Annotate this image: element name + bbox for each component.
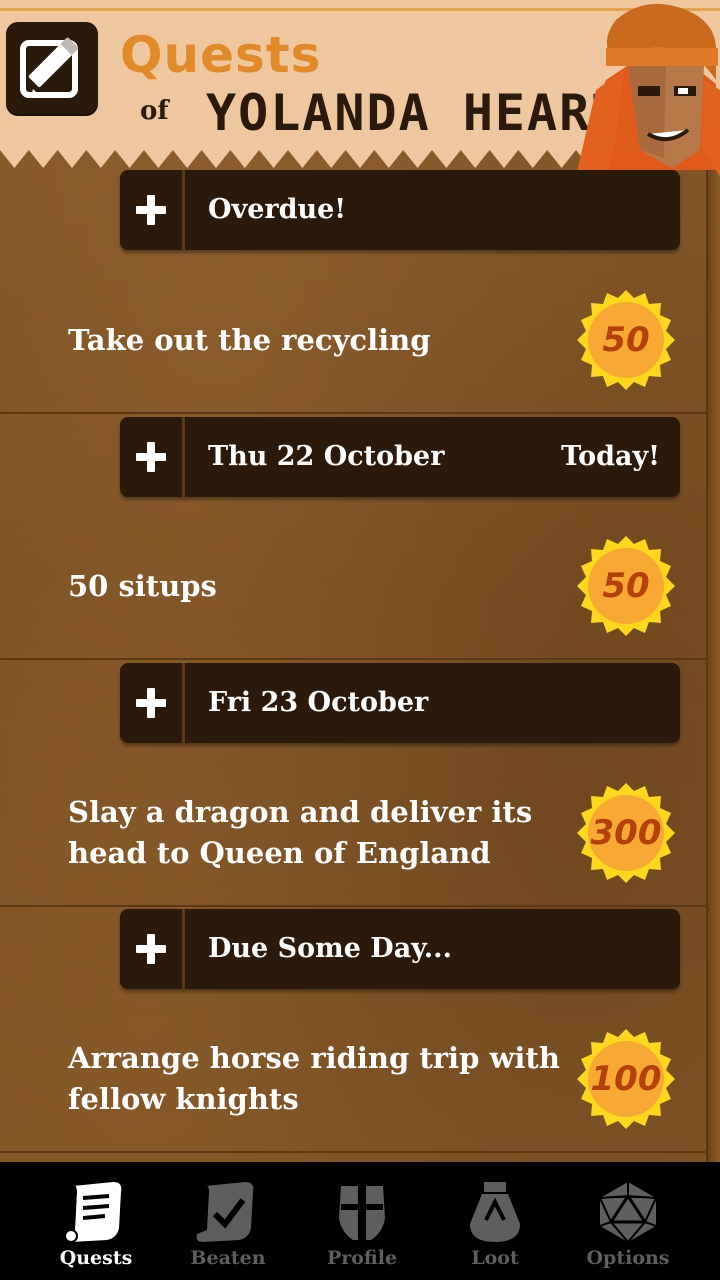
section-fri: Fri 23 October [120, 663, 680, 743]
reward-value: 300 [590, 813, 662, 853]
helmet-icon [339, 1186, 385, 1240]
tab-bar: Quests Beaten Profile Loot Options [0, 1162, 720, 1280]
hero-name: YOLANDA HEARTBREAKER [206, 84, 606, 142]
list-item[interactable]: Arrange horse riding trip with fellow kn… [0, 991, 708, 1153]
plus-icon [136, 688, 166, 718]
section-overdue: Overdue! [120, 170, 680, 250]
add-quest-button[interactable] [120, 417, 185, 497]
tab-label: Loot [471, 1247, 519, 1269]
quest-title: 50 situps [68, 569, 217, 603]
quest-title: Slay a dragon and deliver its head to Qu… [68, 795, 533, 870]
d20-dice-icon [599, 1182, 657, 1243]
reward-coin: 50 [576, 290, 676, 390]
add-quest-button[interactable] [120, 170, 185, 250]
list-item[interactable]: 50 situps 50 [0, 498, 708, 660]
hero-avatar[interactable] [576, 0, 720, 176]
today-badge: Today! [561, 441, 660, 472]
tab-loot[interactable]: Loot [423, 1162, 567, 1280]
list-item[interactable]: Take out the recycling 50 [0, 252, 708, 414]
reward-coin: 300 [576, 783, 676, 883]
tab-label: Beaten [190, 1247, 266, 1269]
scroll-icon [64, 1182, 122, 1243]
page-title: Quests [120, 26, 322, 84]
reward-coin: 100 [576, 1029, 676, 1129]
plus-icon [136, 934, 166, 964]
section-someday: Due Some Day... [120, 909, 680, 989]
tab-label: Quests [59, 1247, 133, 1269]
section-label: Due Some Day... [208, 933, 452, 964]
reward-value: 50 [602, 320, 650, 360]
checked-scroll-icon [196, 1182, 254, 1242]
edit-button[interactable] [6, 22, 98, 114]
tab-label: Profile [326, 1247, 398, 1269]
loot-bag-icon [470, 1182, 520, 1242]
pencil-edit-icon [20, 36, 79, 98]
add-quest-button[interactable] [120, 663, 185, 743]
section-label: Fri 23 October [208, 687, 429, 718]
add-quest-button[interactable] [120, 909, 185, 989]
list-item[interactable]: Slay a dragon and deliver its head to Qu… [0, 745, 708, 907]
section-label: Thu 22 October [208, 441, 445, 472]
section-label: Overdue! [208, 194, 347, 225]
section-today: Thu 22 October Today! [120, 417, 680, 497]
reward-coin: 50 [576, 536, 676, 636]
plus-icon [136, 442, 166, 472]
tab-quests[interactable]: Quests [24, 1162, 168, 1280]
title-of: of [140, 96, 169, 126]
quest-title: Take out the recycling [68, 323, 431, 357]
tab-beaten[interactable]: Beaten [156, 1162, 300, 1280]
tab-profile[interactable]: Profile [290, 1162, 434, 1280]
reward-value: 100 [590, 1059, 662, 1099]
tab-label: Options [586, 1247, 670, 1269]
quest-title: Arrange horse riding trip with fellow kn… [68, 1041, 560, 1116]
reward-value: 50 [602, 566, 650, 606]
plus-icon [136, 195, 166, 225]
tab-options[interactable]: Options [556, 1162, 700, 1280]
